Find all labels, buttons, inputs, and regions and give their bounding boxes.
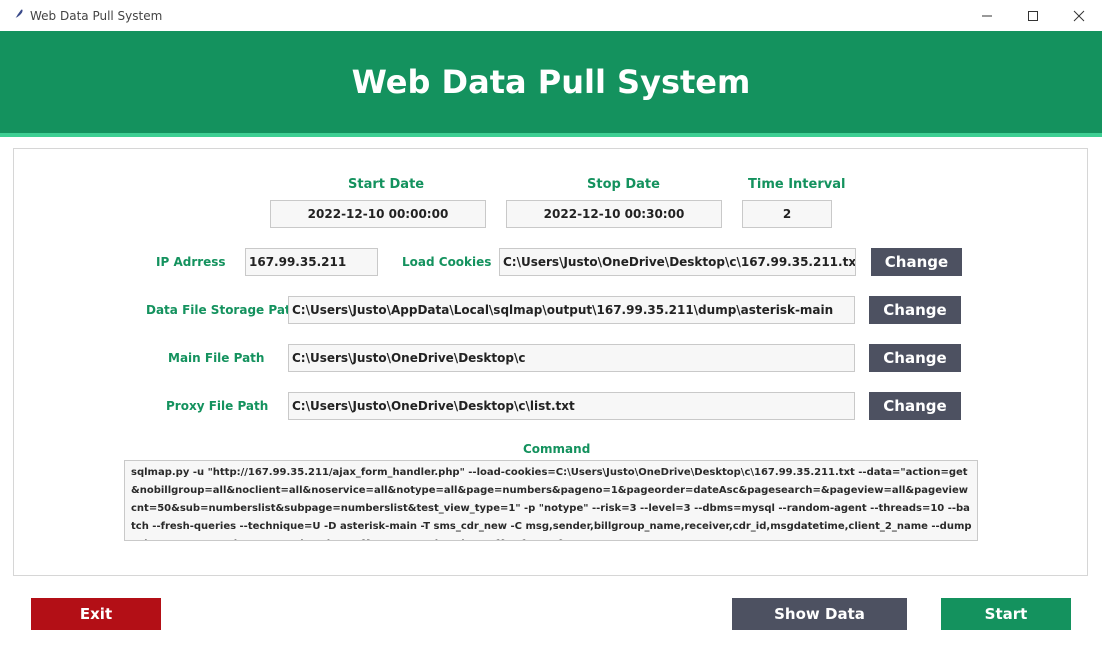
- stop-date-input[interactable]: 2022-12-10 00:30:00: [506, 200, 722, 228]
- feather-icon: [10, 8, 24, 22]
- storage-change-button[interactable]: Change: [869, 296, 961, 324]
- main-path-change-button[interactable]: Change: [869, 344, 961, 372]
- close-button[interactable]: [1056, 0, 1102, 31]
- time-interval-input[interactable]: 2: [742, 200, 832, 228]
- window-title: Web Data Pull System: [30, 9, 163, 23]
- minimize-button[interactable]: [964, 0, 1010, 31]
- time-interval-label: Time Interval: [748, 177, 846, 192]
- maximize-icon: [1028, 10, 1038, 21]
- storage-path-input[interactable]: C:\Users\Justo\AppData\Local\sqlmap\outp…: [288, 296, 855, 324]
- ip-address-input[interactable]: 167.99.35.211: [245, 248, 378, 276]
- minimize-icon: [982, 15, 992, 16]
- cookies-change-button[interactable]: Change: [871, 248, 962, 276]
- ip-address-label: IP Adrress: [156, 255, 226, 269]
- start-date-label: Start Date: [348, 177, 425, 192]
- command-textbox[interactable]: sqlmap.py -u "http://167.99.35.211/ajax_…: [124, 460, 978, 541]
- header-stripe: [0, 133, 1102, 137]
- start-button[interactable]: Start: [941, 598, 1071, 630]
- page-title: Web Data Pull System: [351, 63, 751, 101]
- proxy-path-label: Proxy File Path: [166, 399, 269, 413]
- main-path-input[interactable]: C:\Users\Justo\OneDrive\Desktop\c: [288, 344, 855, 372]
- show-data-button[interactable]: Show Data: [732, 598, 907, 630]
- load-cookies-input[interactable]: C:\Users\Justo\OneDrive\Desktop\c\167.99…: [499, 248, 856, 276]
- main-path-label: Main File Path: [168, 351, 265, 365]
- proxy-path-input[interactable]: C:\Users\Justo\OneDrive\Desktop\c\list.t…: [288, 392, 855, 420]
- maximize-button[interactable]: [1010, 0, 1056, 31]
- exit-button[interactable]: Exit: [31, 598, 161, 630]
- load-cookies-label: Load Cookies: [402, 255, 492, 269]
- stop-date-label: Stop Date: [587, 177, 660, 192]
- start-date-input[interactable]: 2022-12-10 00:00:00: [270, 200, 486, 228]
- close-icon: [1073, 10, 1085, 21]
- window-titlebar: Web Data Pull System: [0, 0, 1102, 31]
- storage-path-label: Data File Storage Path: [146, 303, 300, 317]
- proxy-path-change-button[interactable]: Change: [869, 392, 961, 420]
- command-label: Command: [523, 442, 591, 456]
